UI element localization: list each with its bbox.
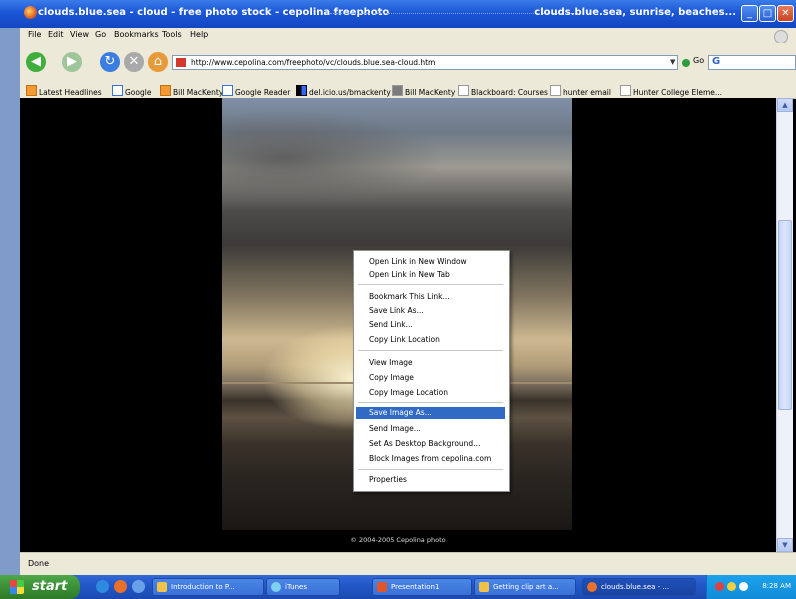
start-button[interactable]: start — [0, 575, 80, 599]
address-dropdown-icon[interactable]: ▼ — [670, 55, 680, 70]
scroll-up-icon[interactable]: ▲ — [777, 98, 793, 112]
window-title-bar[interactable]: clouds.blue.sea - cloud - free photo sto… — [0, 0, 796, 28]
menu-save-link-as[interactable]: Save Link As... — [356, 305, 505, 317]
search-input[interactable]: G — [708, 55, 796, 70]
delicious-icon — [296, 85, 307, 96]
menu-open-link-new-tab[interactable]: Open Link in New Tab — [356, 269, 505, 281]
task-introduction[interactable]: Introduction to P... — [152, 578, 264, 596]
site-favicon-icon — [176, 58, 186, 67]
bookmarks-toolbar: Latest Headlines Google Bill MacKenty Go… — [20, 82, 796, 99]
status-text: Done — [28, 559, 50, 568]
rss-icon — [26, 85, 37, 96]
minimize-button[interactable]: _ — [741, 5, 758, 22]
menu-bookmark-link[interactable]: Bookmark This Link... — [356, 291, 505, 303]
firefox-quicklaunch-icon[interactable] — [114, 580, 127, 593]
bookmark-hunter-college[interactable]: Hunter College Eleme... — [620, 85, 722, 97]
task-presentation[interactable]: Presentation1 — [372, 578, 472, 596]
taskbar: start Introduction to P... iTunes Presen… — [0, 575, 796, 599]
back-arrow-icon[interactable]: ◀ — [26, 52, 46, 72]
google-icon — [112, 85, 123, 96]
bookmark-google-reader[interactable]: Google Reader — [222, 85, 290, 97]
rss-icon — [160, 85, 171, 96]
menu-tools[interactable]: Tools — [162, 30, 182, 39]
menu-separator — [358, 402, 503, 403]
task-getting-clip-art[interactable]: Getting clip art a... — [474, 578, 576, 596]
menu-view[interactable]: View — [70, 30, 89, 39]
firefox-icon — [24, 6, 37, 19]
menu-save-image-as[interactable]: Save Image As... — [356, 407, 505, 419]
throbber-icon — [774, 30, 788, 44]
go-icon[interactable] — [682, 59, 690, 67]
menu-edit[interactable]: Edit — [48, 30, 64, 39]
tray-network-icon[interactable] — [739, 582, 748, 591]
bookmark-latest-headlines[interactable]: Latest Headlines — [26, 85, 102, 97]
address-bar[interactable]: http://www.cepolina.com/freephoto/vc/clo… — [172, 55, 678, 70]
page-icon — [458, 85, 469, 96]
itunes-icon — [271, 582, 281, 592]
navigation-toolbar: ◀ ▶ ↻ ✕ ⌂ http://www.cepolina.com/freeph… — [20, 43, 796, 83]
bookmark-google[interactable]: Google — [112, 85, 151, 97]
menu-file[interactable]: File — [28, 30, 41, 39]
menu-open-link-new-window[interactable]: Open Link in New Window — [356, 256, 505, 268]
window-title-right: clouds.blue.sea, sunrise, beaches... — [534, 7, 736, 18]
page-icon — [550, 85, 561, 96]
menu-properties[interactable]: Properties — [356, 474, 505, 486]
home-icon[interactable]: ⌂ — [148, 52, 168, 72]
menu-copy-image[interactable]: Copy Image — [356, 372, 505, 384]
windows-logo-icon — [10, 580, 24, 594]
menu-block-images[interactable]: Block Images from cepolina.com — [356, 453, 505, 465]
bookmark-page-icon — [392, 85, 403, 96]
menu-separator — [358, 350, 503, 351]
folder-icon — [479, 582, 489, 592]
scroll-thumb[interactable] — [778, 220, 792, 410]
menu-go[interactable]: Go — [95, 30, 106, 39]
stop-icon[interactable]: ✕ — [124, 52, 144, 72]
menu-bookmarks[interactable]: Bookmarks — [114, 30, 159, 39]
context-menu: Open Link in New Window Open Link in New… — [353, 250, 510, 492]
scroll-down-icon[interactable]: ▼ — [777, 538, 793, 552]
folder-icon — [157, 582, 167, 592]
photo-copyright: © 2004-2005 Cepolina photo — [350, 536, 446, 544]
clock: 8:28 AM — [762, 582, 791, 590]
bookmark-bill-mackenty-2[interactable]: Bill MacKenty — [392, 85, 455, 97]
close-button[interactable]: ✕ — [777, 5, 794, 22]
task-itunes[interactable]: iTunes — [266, 578, 340, 596]
desktop-quicklaunch-icon[interactable] — [132, 580, 145, 593]
tray-antivirus-icon[interactable] — [715, 582, 724, 591]
desktop-left-strip — [0, 0, 21, 575]
reload-icon[interactable]: ↻ — [100, 52, 120, 72]
menu-view-image[interactable]: View Image — [356, 357, 505, 369]
powerpoint-icon — [377, 582, 387, 592]
bookmark-hunter-email[interactable]: hunter email — [550, 85, 611, 97]
page-icon — [620, 85, 631, 96]
tray-volume-icon[interactable] — [727, 582, 736, 591]
menu-separator — [358, 284, 503, 285]
go-button[interactable]: Go — [693, 56, 704, 65]
menu-bar: File Edit View Go Bookmarks Tools Help — [20, 28, 796, 44]
ie-quicklaunch-icon[interactable] — [96, 580, 109, 593]
menu-copy-link-location[interactable]: Copy Link Location — [356, 334, 505, 346]
google-icon — [222, 85, 233, 96]
firefox-icon — [587, 582, 597, 592]
menu-separator — [358, 469, 503, 470]
menu-send-link[interactable]: Send Link... — [356, 319, 505, 331]
menu-send-image[interactable]: Send Image... — [356, 423, 505, 435]
status-bar: Done — [20, 552, 796, 576]
bookmark-bill-mackenty[interactable]: Bill MacKenty — [160, 85, 223, 97]
vertical-scrollbar[interactable]: ▲ ▼ — [776, 98, 793, 552]
system-tray: 8:28 AM — [706, 575, 796, 599]
address-url: http://www.cepolina.com/freephoto/vc/clo… — [191, 58, 436, 67]
task-clouds-blue-sea[interactable]: clouds.blue.sea - ... — [582, 578, 696, 596]
menu-copy-image-location[interactable]: Copy Image Location — [356, 387, 505, 399]
maximize-button[interactable]: □ — [759, 5, 776, 22]
menu-set-desktop-background[interactable]: Set As Desktop Background... — [356, 438, 505, 450]
bookmark-delicious[interactable]: del.icio.us/bmackenty — [296, 85, 391, 97]
bookmark-blackboard[interactable]: Blackboard: Courses — [458, 85, 548, 97]
forward-arrow-icon[interactable]: ▶ — [62, 52, 82, 72]
google-search-icon: G — [712, 56, 721, 67]
menu-help[interactable]: Help — [190, 30, 208, 39]
